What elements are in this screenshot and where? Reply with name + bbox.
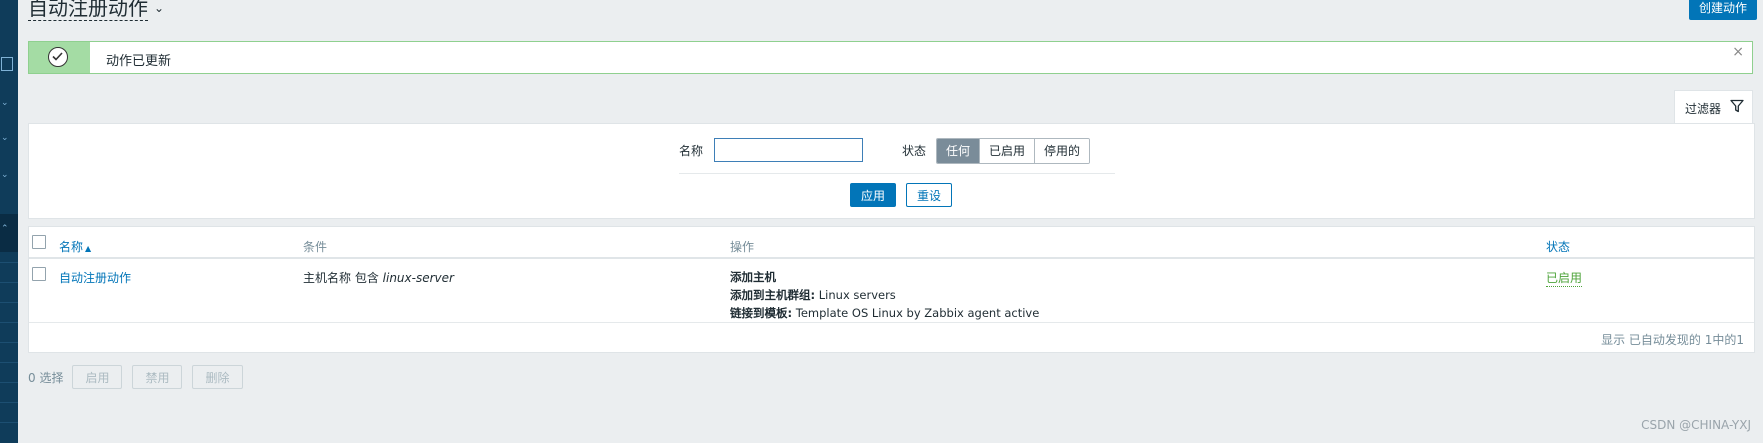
watermark: CSDN @CHINA-YXJ (1641, 418, 1751, 432)
sidebar-divider (0, 302, 18, 303)
operation-label: 添加主机 (730, 270, 776, 284)
action-condition: 主机名称 包含 linux-server (303, 269, 454, 286)
chevron-down-icon[interactable]: ⌄ (154, 1, 164, 15)
sidebar-chevron-icon[interactable]: ⌄ (1, 170, 15, 180)
filter-name-input[interactable] (714, 138, 863, 162)
condition-text: 主机名称 包含 (303, 271, 379, 285)
select-all-checkbox[interactable] (32, 235, 46, 249)
success-icon-area (29, 42, 90, 73)
create-action-button[interactable]: 创建动作 (1688, 0, 1757, 20)
operation-label: 链接到模板: (730, 306, 793, 320)
sidebar-divider (0, 402, 18, 403)
sidebar: ⌄ ⌄ ⌄ ⌃ (0, 0, 18, 443)
filter-panel: 名称 状态 任何 已启用 停用的 应用 重设 (28, 123, 1755, 219)
sidebar-divider (0, 382, 18, 383)
selected-count: 0 选择 (28, 370, 64, 385)
sidebar-divider (0, 282, 18, 283)
check-circle-icon (48, 47, 68, 67)
filter-status-segmented: 任何 已启用 停用的 (936, 138, 1091, 164)
filter-tab-label: 过滤器 (1685, 102, 1722, 116)
sidebar-divider (0, 362, 18, 363)
operation-value: Linux servers (818, 288, 896, 302)
filter-icon (1730, 99, 1744, 116)
operation-label: 添加到主机群组: (730, 288, 816, 302)
condition-value: linux-server (382, 271, 454, 285)
delete-button[interactable]: 删除 (192, 365, 243, 389)
sidebar-divider (0, 342, 18, 343)
column-header-conditions: 条件 (303, 240, 328, 254)
close-icon[interactable]: × (1732, 44, 1744, 60)
column-header-operations: 操作 (730, 240, 755, 254)
sidebar-active-item[interactable]: ⌃ (0, 214, 18, 252)
row-checkbox[interactable] (32, 267, 46, 281)
filter-name-label: 名称 (679, 144, 704, 158)
success-message-text: 动作已更新 (106, 54, 172, 69)
sidebar-collapse-icon[interactable] (1, 57, 13, 71)
column-header-status[interactable]: 状态 (1546, 238, 1570, 255)
sidebar-chevron-icon[interactable]: ⌄ (1, 133, 15, 143)
column-header-name-label: 名称 (59, 240, 84, 254)
page-header: 自动注册动作 ⌄ (28, 0, 164, 22)
success-message: 动作已更新 × (28, 41, 1753, 74)
sidebar-chevron-icon[interactable]: ⌄ (1, 98, 15, 108)
actions-table: 名称 ▲ 条件 操作 状态 自动注册动作 主机名称 包含 linux-server… (28, 226, 1755, 353)
status-option-any[interactable]: 任何 (937, 139, 980, 163)
action-name-link[interactable]: 自动注册动作 (59, 269, 131, 286)
filter-status-label: 状态 (902, 144, 927, 158)
reset-button[interactable]: 重设 (906, 183, 952, 207)
sidebar-divider (0, 422, 18, 423)
enable-button[interactable]: 启用 (72, 365, 123, 389)
filter-divider (679, 173, 1115, 174)
operation-item: 链接到模板: Template OS Linux by Zabbix agent… (730, 305, 1039, 321)
mass-action-bar: 0 选择 启用 禁用 删除 (28, 365, 253, 389)
apply-button[interactable]: 应用 (850, 183, 896, 207)
sort-asc-icon: ▲ (85, 244, 92, 253)
header-divider (29, 257, 1754, 259)
status-option-enabled[interactable]: 已启用 (979, 139, 1035, 163)
sidebar-divider (0, 262, 18, 263)
filter-tab[interactable]: 过滤器 (1674, 90, 1753, 124)
disable-button[interactable]: 禁用 (132, 365, 183, 389)
status-badge[interactable]: 已启用 (1546, 269, 1583, 287)
operation-item: 添加主机 (730, 269, 776, 285)
status-option-disabled[interactable]: 停用的 (1034, 139, 1090, 163)
operation-item: 添加到主机群组: Linux servers (730, 287, 896, 303)
paging-summary: 显示 已自动发现的 1中的1 (1601, 333, 1744, 347)
sidebar-divider (0, 322, 18, 323)
sidebar-chevron-up-icon: ⌃ (1, 224, 9, 234)
row-divider (29, 322, 1754, 323)
operation-value: Template OS Linux by Zabbix agent active (795, 306, 1040, 320)
page-title-dropdown[interactable]: 自动注册动作 (28, 0, 148, 21)
column-header-name[interactable]: 名称 ▲ (59, 238, 91, 255)
